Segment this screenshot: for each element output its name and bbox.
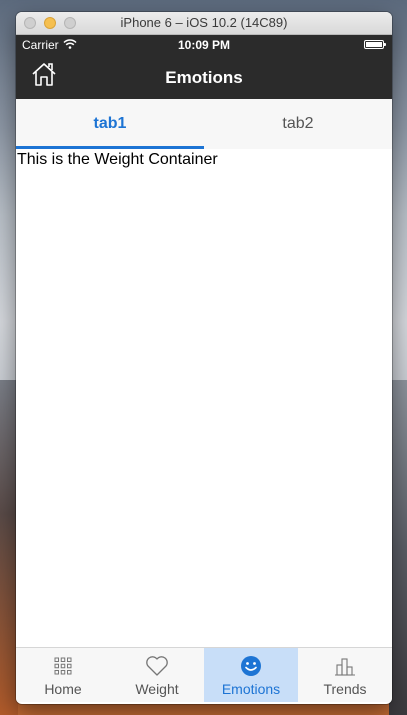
tabbar-label-trends: Trends [323,681,367,697]
bar-chart-icon [334,654,356,678]
window-titlebar[interactable]: iPhone 6 – iOS 10.2 (14C89) [16,12,392,35]
navigation-bar: Emotions [16,55,392,99]
grid-icon [53,654,73,678]
page-title: Emotions [165,68,243,87]
tab-2[interactable]: tab2 [204,99,392,149]
tabbar-item-home[interactable]: Home [16,648,110,702]
simulator-window: iPhone 6 – iOS 10.2 (14C89) Carrier 10:0… [16,12,392,704]
tabbar-label-home: Home [44,681,82,697]
tabbar-label-weight: Weight [135,681,179,697]
tabbar-item-emotions[interactable]: Emotions [204,648,298,702]
status-bar: Carrier 10:09 PM [16,35,392,55]
tabbar-item-weight[interactable]: Weight [110,648,204,702]
ios-header: Carrier 10:09 PM Emotions [16,35,392,99]
bottom-tab-bar: Home Weight Emotions Trends [16,647,392,702]
content-area: This is the Weight Container [16,149,392,647]
status-time: 10:09 PM [177,38,231,52]
window-title: iPhone 6 – iOS 10.2 (14C89) [120,15,288,30]
tabbar-label-emotions: Emotions [221,681,281,697]
content-text: This is the Weight Container [17,151,218,168]
battery-icon [364,40,386,49]
tabbar-item-trends[interactable]: Trends [298,648,392,702]
segment-tabs: tab1 tab2 [16,99,392,149]
heart-icon [145,654,169,678]
smiley-icon [240,654,262,678]
tab-1[interactable]: tab1 [16,99,204,149]
